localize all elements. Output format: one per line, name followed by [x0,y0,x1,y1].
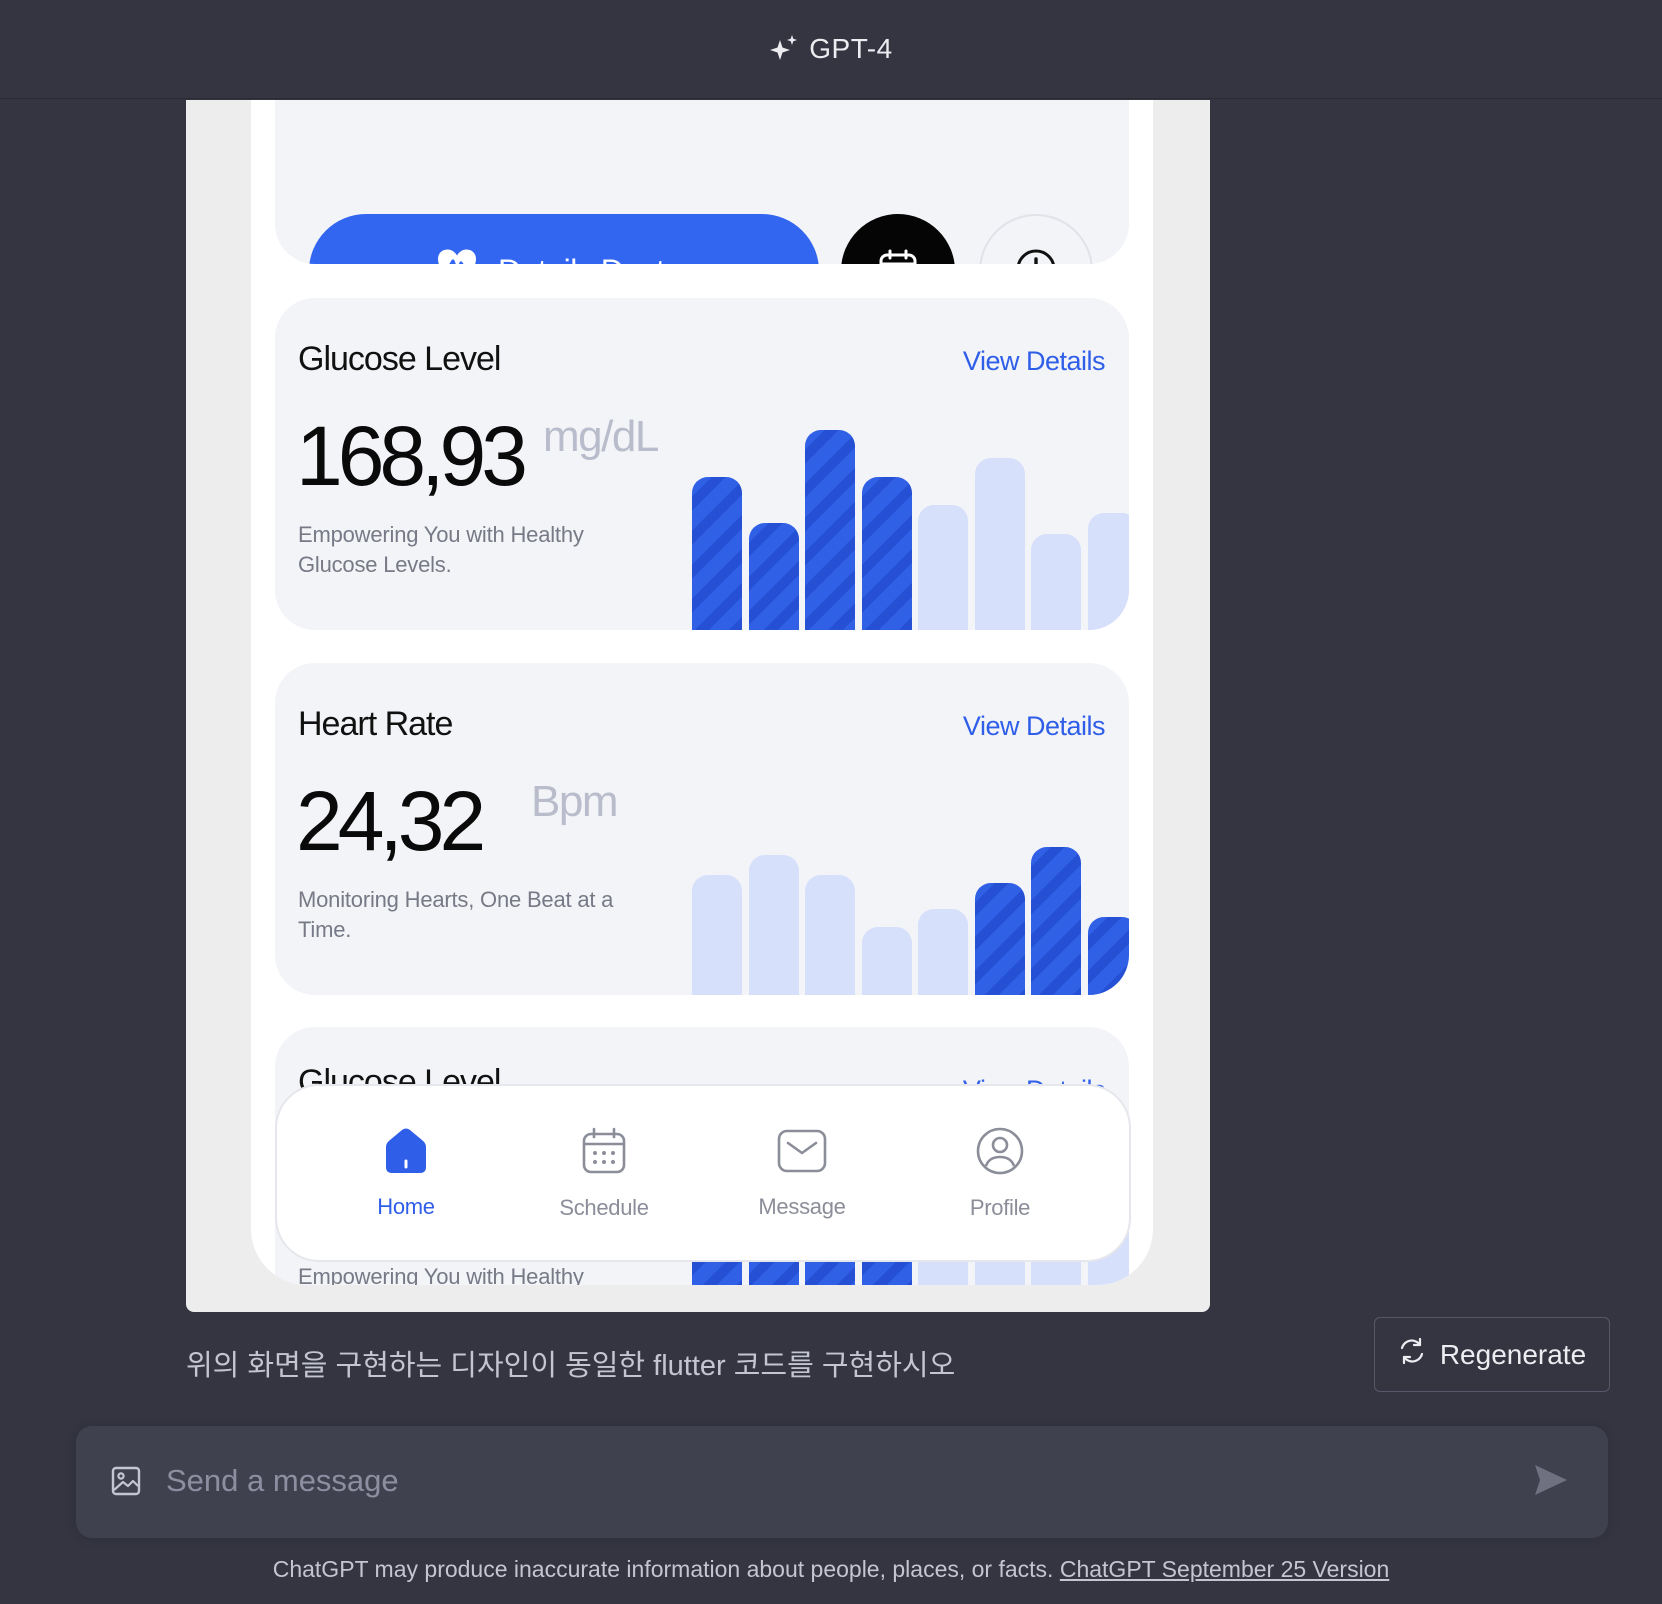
heart-rate-value: 24,32 [296,774,486,868]
image-upload-icon[interactable] [110,1465,142,1502]
send-icon[interactable] [1532,1462,1570,1503]
heart-rate-bar-chart [692,735,1129,995]
nav-label-home: Home [377,1193,435,1219]
info-button[interactable] [979,214,1093,264]
nav-label-schedule: Schedule [559,1194,649,1220]
user-message: 위의 화면을 구현하는 디자인이 동일한 flutter 코드를 구현하시오 [186,1350,956,1382]
nav-item-home[interactable]: Home [316,1127,496,1220]
version-link[interactable]: ChatGPT September 25 Version [1060,1556,1389,1582]
heart-rate-card: Heart Rate View Details 24,32 Bpm Monito… [275,663,1129,995]
disclaimer-text: ChatGPT may produce inaccurate informati… [272,1556,1054,1582]
chart-bar [805,875,855,995]
nav-item-message[interactable]: Message [712,1127,892,1220]
attached-image: Details Doctor [186,100,1210,1312]
chart-bar [974,883,1025,995]
chart-bar [1031,534,1081,630]
details-doctor-label: Details Doctor [498,253,692,265]
glucose-card: Glucose Level View Details 168,93 mg/dL … [275,298,1129,630]
glucose-unit: mg/dL [543,412,659,461]
details-doctor-button[interactable]: Details Doctor [309,214,819,264]
nav-item-profile[interactable]: Profile [910,1126,1090,1221]
calendar-icon [579,1126,629,1181]
third-card-caption: Empowering You with Healthy Glucose Leve… [298,1264,584,1285]
chart-bar [861,477,912,630]
sparkle-icon [769,34,799,64]
message-input[interactable] [166,1456,1466,1506]
chart-bar [692,477,742,630]
calendar-icon [877,248,919,264]
glucose-title: Glucose Level [298,340,501,378]
chart-bar [748,855,799,995]
regenerate-label: Regenerate [1439,1338,1587,1370]
refresh-icon [1398,1337,1426,1372]
heart-pulse-icon [436,248,478,264]
message-composer [76,1426,1608,1538]
nav-label-profile: Profile [969,1194,1031,1220]
user-icon [975,1126,1025,1181]
chart-bar [805,430,855,630]
glucose-caption: Empowering You with Healthy Glucose Leve… [298,522,584,577]
home-icon [380,1127,432,1180]
calendar-button[interactable] [841,214,955,264]
phone-screen: Details Doctor [251,100,1153,1285]
glucose-bar-chart [692,370,1129,630]
heart-rate-unit: Bpm [531,777,618,826]
heart-rate-caption: Monitoring Hearts, One Beat at a Time. [298,887,614,942]
chart-bar [1031,847,1081,995]
chart-bar [974,458,1025,630]
chart-bar [918,505,968,630]
chart-bar [918,909,968,995]
heart-rate-title: Heart Rate [298,705,453,743]
nav-item-schedule[interactable]: Schedule [514,1126,694,1221]
bottom-navigation: Home Schedule Message Profile [275,1084,1131,1262]
nav-label-message: Message [758,1193,846,1219]
alert-circle-icon [1015,248,1057,264]
mail-icon [776,1127,828,1180]
chart-bar [692,875,742,995]
regenerate-button[interactable]: Regenerate [1374,1317,1610,1392]
doctor-actions-card: Details Doctor [275,100,1129,264]
footer-disclaimer: ChatGPT may produce inaccurate informati… [0,1556,1662,1583]
chart-bar [1087,513,1129,630]
chart-bar [748,523,799,630]
header-bar: GPT-4 [0,0,1662,99]
chart-bar [1087,917,1129,995]
model-name[interactable]: GPT-4 [809,33,892,65]
glucose-value: 168,93 [296,409,528,503]
chart-bar [861,927,912,995]
